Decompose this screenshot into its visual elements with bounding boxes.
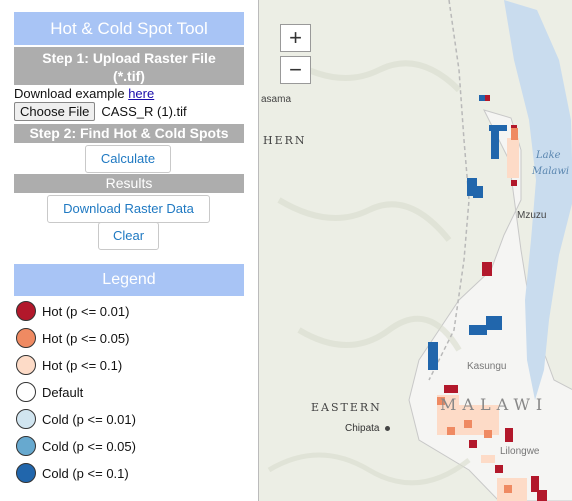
tool-sidebar: Hot & Cold Spot Tool Step 1: Upload Rast…: [0, 0, 258, 501]
hot-cell-light: [507, 138, 519, 178]
download-example-link[interactable]: here: [128, 86, 154, 101]
download-example-row: Download example here: [14, 86, 154, 101]
step1-subtitle: (*.tif): [113, 68, 145, 84]
legend-item: Cold (p <= 0.01): [16, 408, 136, 430]
hot-cell-mid: [464, 420, 472, 428]
hot-cell: [511, 180, 517, 186]
place-label-kasungu: Kasungu: [467, 361, 507, 372]
choose-file-button[interactable]: Choose File: [14, 101, 96, 121]
cold-cell: [469, 325, 487, 335]
legend-item: Hot (p <= 0.05): [16, 327, 129, 349]
terrain-ridge: [277, 197, 452, 242]
step1-header: Step 1: Upload Raster File (*.tif): [14, 47, 244, 85]
cold-cell: [479, 95, 485, 101]
legend-label: Hot (p <= 0.05): [42, 330, 130, 346]
hot-cell: [444, 385, 458, 393]
download-raster-button[interactable]: Download Raster Data: [47, 195, 210, 223]
country-label-malawi: MALAWI: [440, 395, 549, 414]
cold-cell: [486, 316, 502, 330]
selected-file-name: CASS_R (1).tif: [101, 103, 187, 119]
results-header: Results: [14, 174, 244, 193]
zoom-in-button[interactable]: +: [280, 24, 311, 52]
hot-01-swatch: [16, 355, 36, 375]
map-view[interactable]: + − asama HERN Lake Malawi Mzuzu Kasungu…: [258, 0, 572, 501]
legend-item: Default: [16, 381, 83, 403]
hot-005-swatch: [16, 328, 36, 348]
legend-label: Hot (p <= 0.01): [42, 303, 130, 319]
region-label-hern: HERN: [263, 134, 307, 147]
cold-cell: [491, 131, 499, 159]
step1-title: Step 1: Upload Raster File: [42, 50, 216, 66]
hot-001-swatch: [16, 301, 36, 321]
place-label-mzuzu: Mzuzu: [517, 210, 547, 221]
download-example-text: Download example: [14, 86, 125, 101]
legend-label: Cold (p <= 0.01): [42, 411, 136, 427]
cold-cell: [428, 342, 438, 370]
hot-cell-mid: [511, 128, 518, 140]
legend-item: Cold (p <= 0.05): [16, 435, 136, 457]
legend-label: Default: [42, 384, 84, 400]
hot-cell: [505, 428, 513, 442]
tool-title: Hot & Cold Spot Tool: [14, 12, 244, 45]
hot-cell: [495, 465, 503, 473]
legend-label: Cold (p <= 0.05): [42, 438, 136, 454]
place-label-asama: asama: [261, 94, 292, 105]
place-label-chipata: Chipata: [345, 423, 380, 434]
step2-header: Step 2: Find Hot & Cold Spots: [14, 124, 244, 143]
hot-cell-mid: [447, 427, 455, 435]
city-dot: [385, 426, 390, 431]
cold-01-swatch: [16, 463, 36, 483]
hot-cell: [537, 490, 547, 501]
legend-label: Hot (p <= 0.1): [42, 357, 123, 373]
legend-item: Hot (p <= 0.01): [16, 300, 129, 322]
cold-cell: [473, 186, 483, 198]
zoom-out-button[interactable]: −: [280, 56, 311, 84]
clear-button[interactable]: Clear: [98, 222, 159, 250]
terrain-ridge: [267, 452, 471, 486]
hot-cell-mid: [484, 430, 492, 438]
legend-label: Cold (p <= 0.1): [42, 465, 129, 481]
file-input[interactable]: Choose File CASS_R (1).tif: [14, 101, 187, 121]
legend-header: Legend: [14, 264, 244, 296]
legend-item: Hot (p <= 0.1): [16, 354, 122, 376]
terrain-ridge: [287, 57, 462, 93]
legend-item: Cold (p <= 0.1): [16, 462, 129, 484]
hot-cell: [531, 476, 539, 492]
lake-label-1: Lake: [536, 150, 561, 161]
hot-cell-light: [481, 455, 495, 463]
default-swatch: [16, 382, 36, 402]
cold-cell: [489, 125, 507, 131]
hot-cell-mid: [504, 485, 512, 493]
hot-cell: [469, 440, 477, 448]
hot-cell: [482, 262, 492, 276]
place-label-lilongwe: Lilongwe: [500, 446, 540, 457]
lake-label-2: Malawi: [532, 166, 570, 177]
cold-001-swatch: [16, 409, 36, 429]
calculate-button[interactable]: Calculate: [85, 145, 171, 173]
cold-005-swatch: [16, 436, 36, 456]
region-label-eastern: EASTERN: [311, 401, 382, 414]
